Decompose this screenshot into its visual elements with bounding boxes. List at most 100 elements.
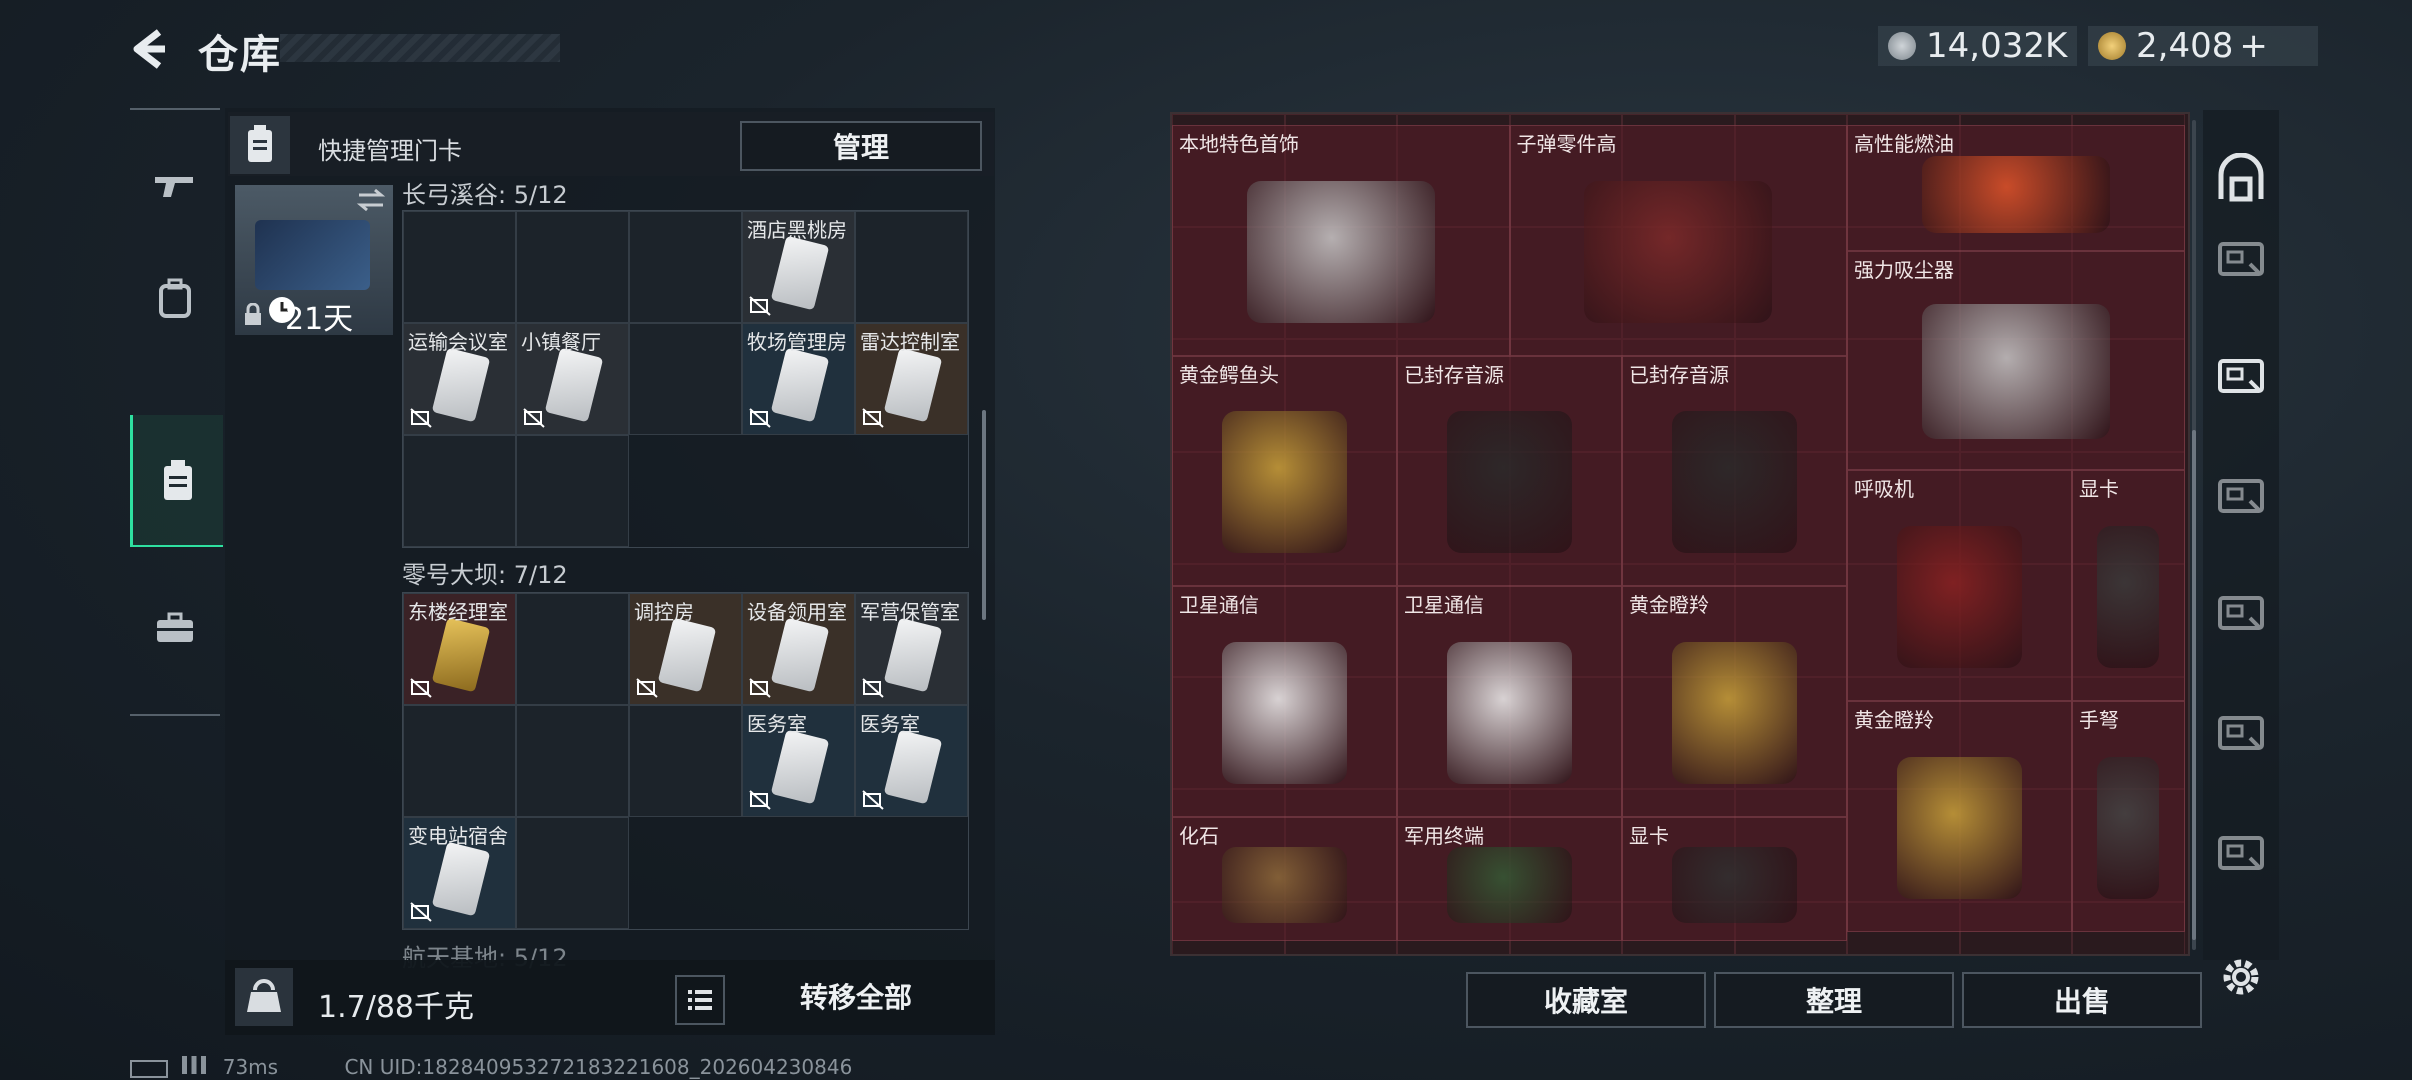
- rail-page-4[interactable]: [2212, 702, 2270, 760]
- keycard-slot[interactable]: 牧场管理房: [742, 323, 855, 435]
- keycard-slot[interactable]: 酒店黑桃房: [742, 211, 855, 323]
- keycard-slot[interactable]: 小镇餐厅: [516, 323, 629, 435]
- stash-item[interactable]: 手弩: [2072, 701, 2185, 932]
- keycard-scrollbar[interactable]: [982, 410, 986, 620]
- silver-amount: 14,032K: [1926, 26, 2068, 66]
- keycard-slot[interactable]: 军营保管室: [855, 593, 968, 705]
- stash-item[interactable]: 本地特色首饰: [1172, 125, 1510, 356]
- gold-coin-icon: [2098, 32, 2126, 60]
- keycard-slot[interactable]: 医务室: [855, 705, 968, 817]
- empty-keycard-slot[interactable]: [629, 323, 742, 435]
- list-view-button[interactable]: [675, 975, 725, 1025]
- transfer-all-button[interactable]: 转移全部: [735, 970, 977, 1022]
- ticket-icon: [2218, 836, 2264, 870]
- item-image: [1921, 304, 2110, 439]
- stash-item[interactable]: 卫星通信: [1397, 586, 1622, 817]
- empty-keycard-slot[interactable]: [516, 593, 629, 705]
- uid-text: CN UID:182840953272183221608_20260423084…: [344, 1055, 853, 1079]
- keycard-slot[interactable]: 调控房: [629, 593, 742, 705]
- stash-item-name: 呼吸机: [1854, 477, 1914, 502]
- sell-button[interactable]: 出售: [1962, 972, 2202, 1028]
- empty-keycard-slot[interactable]: [516, 211, 629, 323]
- stash-item-name: 卫星通信: [1179, 593, 1259, 618]
- stash-item[interactable]: 黄金瞪羚: [1622, 586, 1847, 817]
- stash-item-name: 卫星通信: [1404, 593, 1484, 618]
- item-image: [1672, 847, 1797, 923]
- empty-keycard-slot[interactable]: [629, 705, 742, 817]
- nav-backpack[interactable]: [130, 250, 220, 346]
- keycard-slot[interactable]: 医务室: [742, 705, 855, 817]
- item-image: [1897, 526, 2022, 668]
- empty-keycard-slot[interactable]: [516, 435, 629, 547]
- settings-button[interactable]: [2212, 948, 2270, 1006]
- stash-item[interactable]: 化石: [1172, 816, 1397, 941]
- keycard-icon: [657, 617, 717, 693]
- lock-icon: [245, 303, 261, 325]
- stash-item[interactable]: 已封存音源: [1622, 355, 1847, 587]
- empty-keycard-slot[interactable]: [403, 435, 516, 547]
- rail-page-2[interactable]: [2212, 465, 2270, 523]
- gold-currency[interactable]: 2,408 +: [2088, 26, 2318, 66]
- empty-keycard-slot[interactable]: [516, 705, 629, 817]
- rail-page-5[interactable]: [2212, 822, 2270, 880]
- sort-button[interactable]: 整理: [1714, 972, 1954, 1028]
- rail-level-plus[interactable]: [2212, 228, 2270, 286]
- keycard-slot-label: 运输会议室: [408, 330, 508, 354]
- keycard-slot[interactable]: 雷达控制室: [855, 323, 968, 435]
- swap-icon[interactable]: [353, 185, 389, 215]
- rail-page-3[interactable]: [2212, 582, 2270, 640]
- empty-keycard-slot[interactable]: [629, 211, 742, 323]
- keycard-slot-label: 调控房: [634, 600, 694, 624]
- keycard-slot[interactable]: 变电站宿舍: [403, 817, 516, 929]
- backpack-icon: [159, 278, 191, 318]
- no-access-icon: [410, 902, 432, 922]
- keycard-slot[interactable]: 运输会议室: [403, 323, 516, 435]
- item-image: [1222, 847, 1347, 923]
- stash-item[interactable]: 已封存音源: [1397, 355, 1622, 587]
- stash-item[interactable]: 显卡: [1622, 816, 1847, 941]
- collection-room-button[interactable]: 收藏室: [1466, 972, 1706, 1028]
- stash-item[interactable]: 子弹零件高: [1509, 125, 1847, 356]
- no-access-icon: [749, 790, 771, 810]
- keycard-slot[interactable]: 东楼经理室: [403, 593, 516, 705]
- stash-scrollbar[interactable]: [2192, 430, 2196, 940]
- quick-manage-label: 快捷管理门卡: [318, 137, 462, 165]
- empty-keycard-slot[interactable]: [403, 211, 516, 323]
- rail-safe[interactable]: [2212, 150, 2270, 208]
- stash-item-name: 手弩: [2079, 708, 2119, 732]
- stash-item[interactable]: 显卡: [2072, 470, 2185, 701]
- zone-label-dam: 零号大坝: 7/12: [402, 561, 568, 589]
- stash-item[interactable]: 呼吸机: [1847, 470, 2072, 701]
- stash-item-name: 黄金鳄鱼头: [1179, 362, 1279, 387]
- stash-item[interactable]: 卫星通信: [1172, 586, 1397, 817]
- empty-keycard-slot[interactable]: [516, 817, 629, 929]
- manage-button[interactable]: 管理: [740, 121, 982, 171]
- empty-keycard-slot[interactable]: [403, 705, 516, 817]
- add-currency-icon[interactable]: +: [2239, 26, 2268, 66]
- stash-item[interactable]: 军用终端: [1397, 816, 1622, 941]
- ticket-icon: [2218, 359, 2264, 393]
- status-bar: 73ms CN UID:182840953272183221608_202604…: [130, 1055, 852, 1079]
- nav-keycards[interactable]: [130, 415, 223, 547]
- empty-keycard-slot[interactable]: [855, 211, 968, 323]
- nav-toolbox[interactable]: [130, 580, 220, 676]
- stash-item[interactable]: 黄金鳄鱼头: [1172, 355, 1397, 587]
- no-access-icon: [749, 296, 771, 316]
- stash-item[interactable]: 高性能燃油: [1847, 125, 2185, 251]
- back-button[interactable]: [125, 24, 175, 74]
- stash-item-name: 子弹零件高: [1516, 132, 1617, 156]
- rail-page-1[interactable]: [2212, 345, 2270, 403]
- stash-item[interactable]: 黄金瞪羚: [1847, 701, 2072, 932]
- no-access-icon: [749, 678, 771, 698]
- keycard-holder-icon: [248, 125, 272, 162]
- stash-item-name: 化石: [1179, 823, 1219, 848]
- stash-item[interactable]: 强力吸尘器: [1847, 251, 2185, 471]
- nav-weapons[interactable]: [130, 138, 220, 234]
- weight-value: 1.7/88千克: [318, 990, 474, 1025]
- keycard-icon: [770, 235, 830, 311]
- toolbox-icon: [157, 612, 193, 642]
- keycard-icon: [544, 347, 604, 423]
- keycard-slot-label: 小镇餐厅: [521, 330, 601, 354]
- keycard-slot[interactable]: 设备领用室: [742, 593, 855, 705]
- item-image: [2097, 756, 2160, 899]
